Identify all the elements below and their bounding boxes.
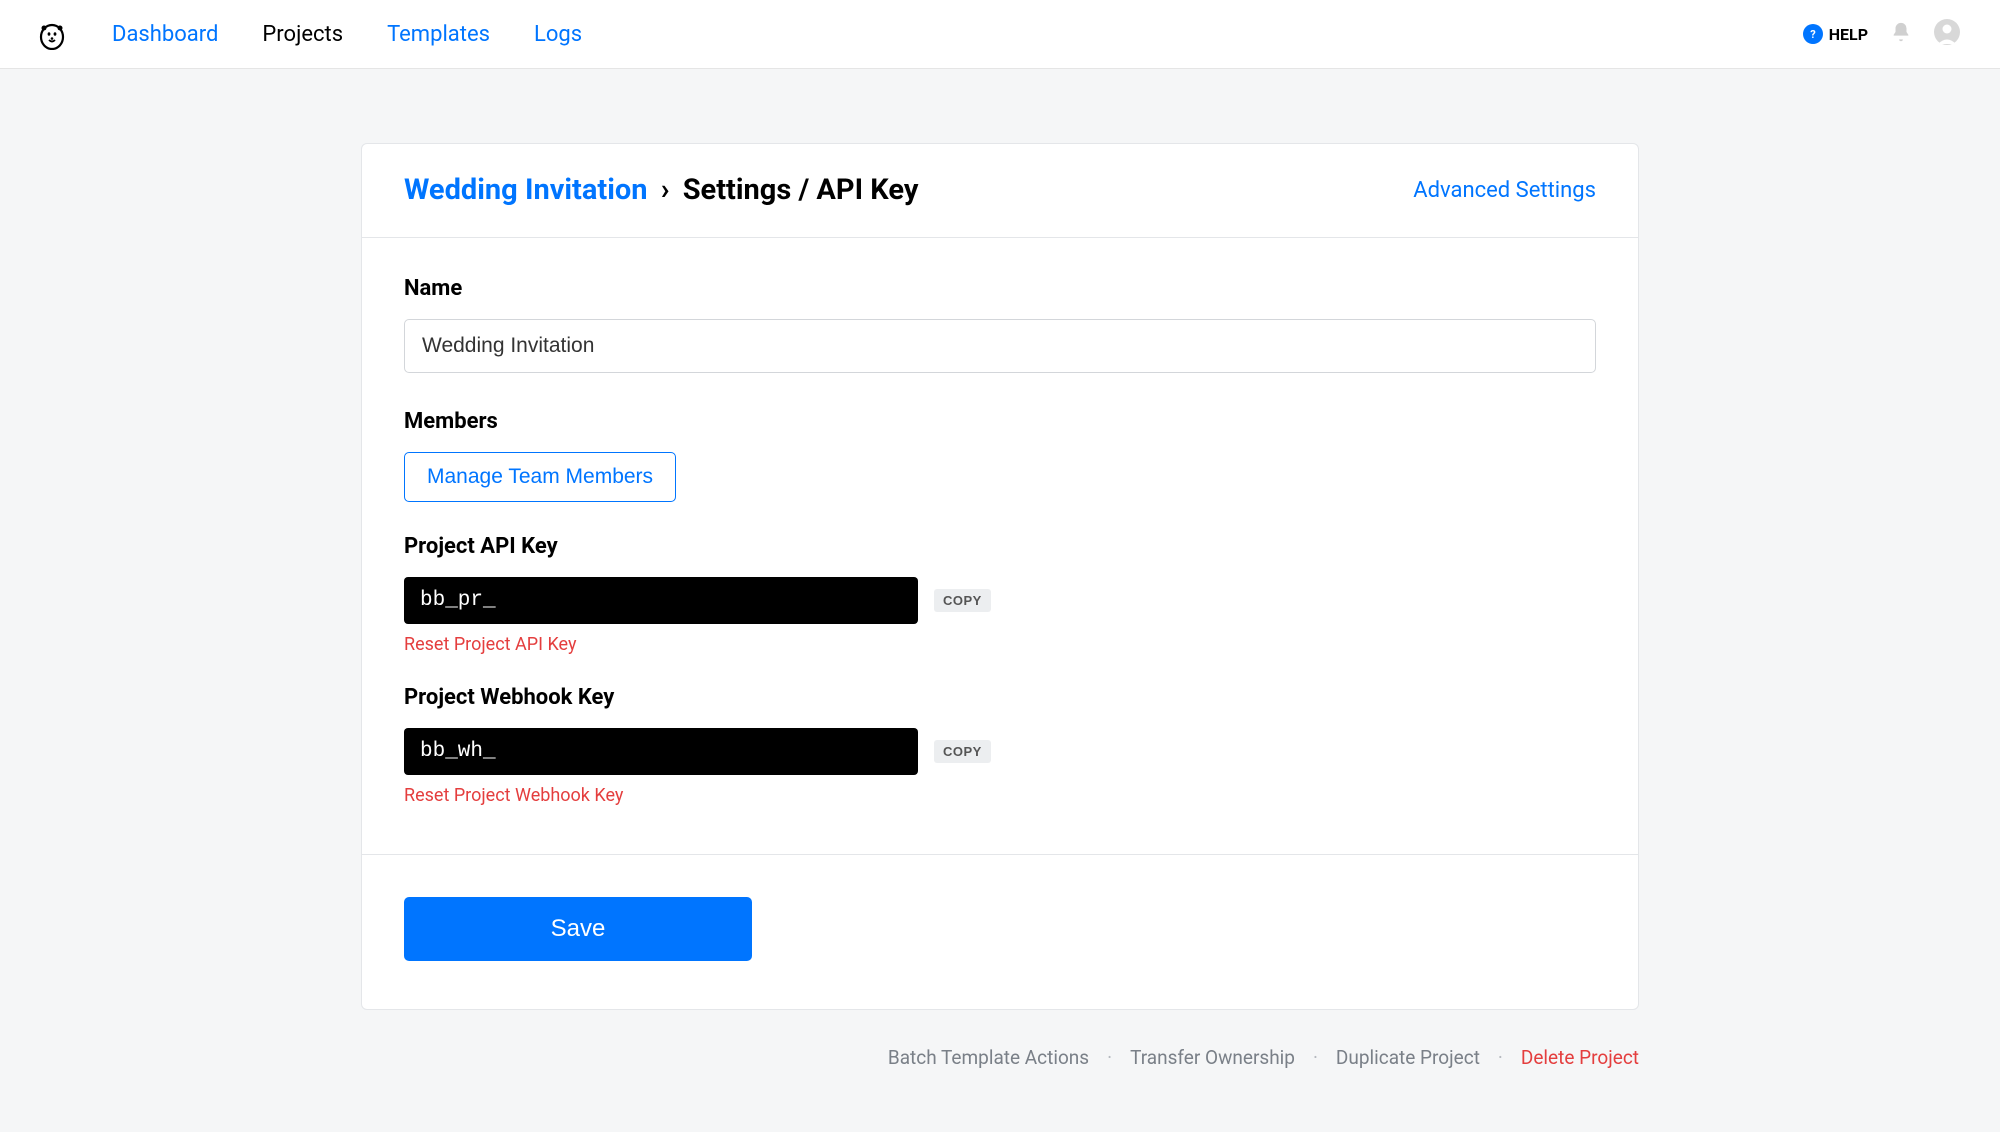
nav-templates[interactable]: Templates bbox=[387, 22, 490, 47]
header-right: ? HELP bbox=[1803, 19, 1960, 49]
copy-webhook-key-button[interactable]: COPY bbox=[934, 740, 991, 763]
card-body: Name Members Manage Team Members Project… bbox=[362, 238, 1638, 855]
nav-logs[interactable]: Logs bbox=[534, 22, 582, 47]
breadcrumb-current: Settings / API Key bbox=[683, 173, 919, 207]
card-footer: Save bbox=[362, 855, 1638, 1009]
name-label: Name bbox=[404, 276, 1596, 301]
webhook-key-row: bb_wh_ COPY bbox=[404, 728, 1596, 775]
footer-actions: Batch Template Actions · Transfer Owners… bbox=[361, 1046, 1639, 1069]
transfer-ownership-link[interactable]: Transfer Ownership bbox=[1130, 1046, 1295, 1069]
batch-template-actions-link[interactable]: Batch Template Actions bbox=[888, 1046, 1089, 1069]
bannerbear-logo-icon bbox=[36, 18, 68, 50]
api-key-value[interactable]: bb_pr_ bbox=[404, 577, 918, 624]
advanced-settings-link[interactable]: Advanced Settings bbox=[1413, 178, 1596, 203]
breadcrumb-project-link[interactable]: Wedding Invitation bbox=[404, 173, 648, 207]
footer-separator: · bbox=[1107, 1046, 1112, 1069]
main-nav: Dashboard Projects Templates Logs bbox=[112, 22, 582, 47]
help-button[interactable]: ? HELP bbox=[1803, 24, 1868, 44]
save-button[interactable]: Save bbox=[404, 897, 752, 961]
help-label: HELP bbox=[1829, 25, 1868, 44]
bell-icon[interactable] bbox=[1890, 21, 1912, 47]
logo[interactable] bbox=[36, 18, 68, 50]
header-left: Dashboard Projects Templates Logs bbox=[36, 18, 582, 50]
api-key-row: bb_pr_ COPY bbox=[404, 577, 1596, 624]
name-input[interactable] bbox=[404, 319, 1596, 373]
breadcrumb: Wedding Invitation › Settings / API Key bbox=[404, 173, 918, 207]
card-header: Wedding Invitation › Settings / API Key … bbox=[362, 144, 1638, 238]
nav-dashboard[interactable]: Dashboard bbox=[112, 22, 218, 47]
reset-webhook-key-link[interactable]: Reset Project Webhook Key bbox=[404, 785, 623, 806]
manage-members-button[interactable]: Manage Team Members bbox=[404, 452, 676, 502]
help-icon: ? bbox=[1803, 24, 1823, 44]
top-header: Dashboard Projects Templates Logs ? HELP bbox=[0, 0, 2000, 69]
reset-api-key-link[interactable]: Reset Project API Key bbox=[404, 634, 576, 655]
main-container: Wedding Invitation › Settings / API Key … bbox=[361, 143, 1639, 1069]
svg-text:?: ? bbox=[1810, 28, 1816, 40]
webhook-key-label: Project Webhook Key bbox=[404, 685, 1596, 710]
footer-separator: · bbox=[1498, 1046, 1503, 1069]
avatar-icon[interactable] bbox=[1934, 19, 1960, 49]
settings-card: Wedding Invitation › Settings / API Key … bbox=[361, 143, 1639, 1010]
copy-api-key-button[interactable]: COPY bbox=[934, 589, 991, 612]
nav-projects[interactable]: Projects bbox=[262, 22, 343, 47]
footer-separator: · bbox=[1313, 1046, 1318, 1069]
duplicate-project-link[interactable]: Duplicate Project bbox=[1336, 1046, 1480, 1069]
delete-project-link[interactable]: Delete Project bbox=[1521, 1046, 1639, 1069]
webhook-key-value[interactable]: bb_wh_ bbox=[404, 728, 918, 775]
api-key-label: Project API Key bbox=[404, 534, 1596, 559]
members-label: Members bbox=[404, 409, 1596, 434]
breadcrumb-separator: › bbox=[661, 173, 670, 207]
